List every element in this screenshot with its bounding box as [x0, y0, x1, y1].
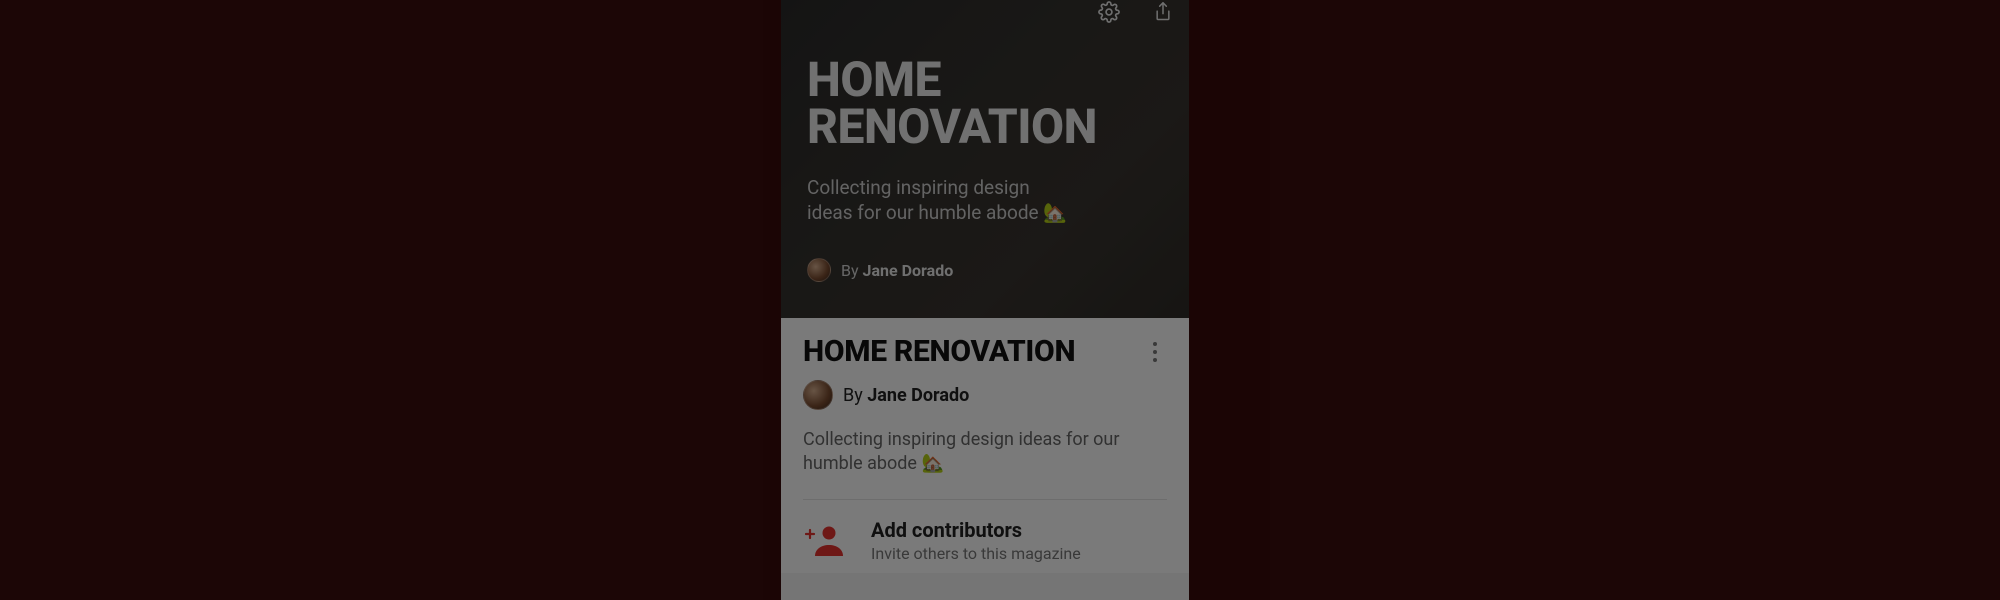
hero-byline: By Jane Dorado: [807, 258, 953, 282]
hero-actions: [1097, 0, 1175, 24]
hero-author: Jane Dorado: [863, 261, 954, 280]
magazine-screen: HOME RENOVATION Collecting inspiring des…: [781, 0, 1189, 600]
sheet-byline[interactable]: By Jane Dorado: [803, 380, 1167, 410]
add-contributors-icon: [803, 518, 847, 562]
add-contributors-text: Add contributors Invite others to this m…: [871, 518, 1081, 563]
magazine-detail-sheet: HOME RENOVATION By Jane Dorado Collectin…: [781, 318, 1189, 573]
hero-byline-text: By Jane Dorado: [841, 261, 953, 280]
hero-description: Collecting inspiring design ideas for ou…: [807, 176, 1067, 225]
hero-title: HOME RENOVATION: [807, 56, 1163, 150]
kebab-dot-icon: [1153, 350, 1157, 354]
gear-icon: [1098, 1, 1120, 23]
by-prefix: By: [841, 261, 863, 280]
sheet-title: HOME RENOVATION: [803, 336, 1085, 368]
add-contributors-subtitle: Invite others to this magazine: [871, 544, 1081, 563]
avatar: [807, 258, 831, 282]
add-person-icon: [805, 523, 845, 557]
share-button[interactable]: [1151, 0, 1175, 24]
by-prefix: By: [843, 385, 867, 406]
hero-cover: HOME RENOVATION Collecting inspiring des…: [781, 0, 1189, 318]
more-menu-button[interactable]: [1143, 336, 1167, 368]
sheet-header: HOME RENOVATION: [803, 336, 1167, 368]
sheet-author: Jane Dorado: [867, 385, 969, 406]
avatar: [803, 380, 833, 410]
sheet-description: Collecting inspiring design ideas for ou…: [803, 428, 1167, 477]
share-icon: [1153, 1, 1173, 23]
add-contributors-title: Add contributors: [871, 518, 1081, 542]
kebab-dot-icon: [1153, 342, 1157, 346]
add-contributors-row[interactable]: Add contributors Invite others to this m…: [803, 500, 1167, 573]
settings-button[interactable]: [1097, 0, 1121, 24]
kebab-dot-icon: [1153, 358, 1157, 362]
sheet-byline-text: By Jane Dorado: [843, 385, 969, 406]
